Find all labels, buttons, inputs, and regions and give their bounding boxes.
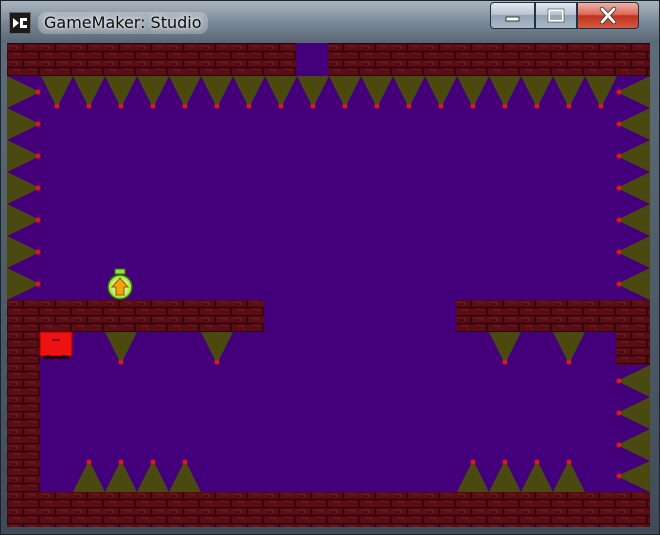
left-ledge bbox=[7, 300, 264, 332]
sky-background bbox=[7, 43, 650, 527]
window-title: GameMaker: Studio bbox=[38, 12, 208, 34]
right-wall-stub bbox=[616, 332, 650, 365]
close-icon bbox=[599, 6, 617, 25]
red-block-player bbox=[39, 331, 73, 359]
right-ledge bbox=[456, 300, 650, 332]
minimize-button[interactable] bbox=[490, 2, 535, 29]
ceiling-left bbox=[7, 43, 296, 76]
level-scene bbox=[7, 43, 650, 527]
ceiling-right bbox=[328, 43, 650, 76]
maximize-icon bbox=[547, 8, 565, 23]
game-canvas[interactable] bbox=[7, 43, 650, 527]
close-button[interactable] bbox=[577, 2, 639, 29]
minimize-icon bbox=[505, 16, 520, 22]
caption-buttons bbox=[490, 2, 650, 30]
app-window: GameMaker: Studio bbox=[0, 0, 660, 535]
maximize-button[interactable] bbox=[535, 2, 577, 29]
floor bbox=[7, 492, 650, 527]
gamemaker-logo-icon bbox=[9, 12, 31, 34]
left-wall bbox=[7, 332, 40, 492]
